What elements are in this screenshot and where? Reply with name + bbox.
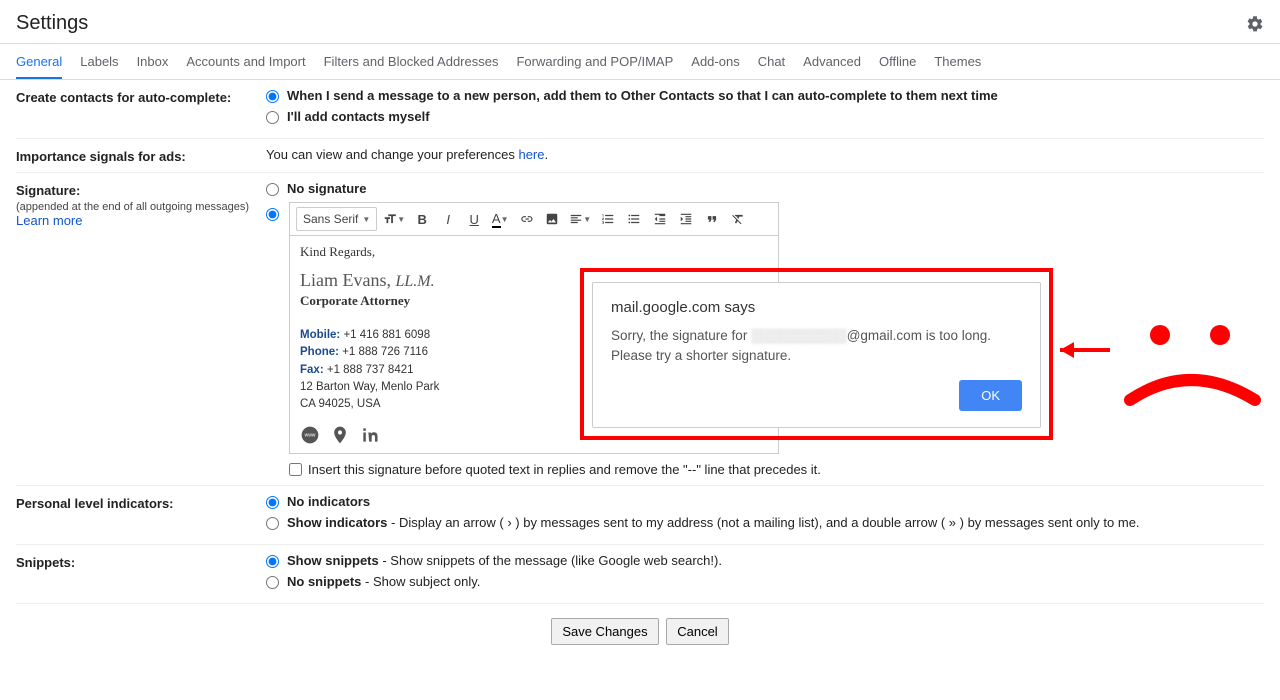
signature-toolbar: Sans Serif▼ ▼ B I U A▼ ▼ bbox=[290, 203, 778, 236]
contacts-label: Create contacts for auto-complete: bbox=[16, 90, 231, 105]
tab-chat[interactable]: Chat bbox=[758, 44, 785, 79]
snippets-radio-show[interactable] bbox=[266, 555, 279, 568]
sig-mobile: +1 416 881 6098 bbox=[340, 329, 430, 341]
numbered-list-button[interactable] bbox=[597, 207, 619, 231]
footer-buttons: Save Changes Cancel bbox=[16, 604, 1264, 675]
contacts-opt2: I'll add contacts myself bbox=[287, 109, 430, 124]
sig-degree: LL.M. bbox=[395, 273, 434, 290]
signature-label: Signature: bbox=[16, 183, 80, 198]
alert-dialog: mail.google.com says Sorry, the signatur… bbox=[592, 282, 1041, 428]
signature-sub: (appended at the end of all outgoing mes… bbox=[16, 201, 249, 213]
tab-addons[interactable]: Add-ons bbox=[691, 44, 739, 79]
indicators-radio-show[interactable] bbox=[266, 517, 279, 530]
bold-button[interactable]: B bbox=[411, 207, 433, 231]
font-size-button[interactable]: ▼ bbox=[381, 207, 407, 231]
sig-fax-label: Fax: bbox=[300, 364, 324, 376]
row-snippets: Snippets: Show snippets - Show snippets … bbox=[16, 545, 1264, 604]
tab-forwarding[interactable]: Forwarding and POP/IMAP bbox=[516, 44, 673, 79]
sig-greeting: Kind Regards, bbox=[300, 244, 768, 260]
remove-format-button[interactable] bbox=[727, 207, 749, 231]
signature-radio-none[interactable] bbox=[266, 183, 279, 196]
snippets-radio-none[interactable] bbox=[266, 576, 279, 589]
settings-header: Settings bbox=[0, 0, 1280, 43]
page-title: Settings bbox=[16, 12, 88, 35]
underline-button[interactable]: U bbox=[463, 207, 485, 231]
bullet-list-button[interactable] bbox=[623, 207, 645, 231]
settings-tabs: General Labels Inbox Accounts and Import… bbox=[0, 43, 1280, 80]
tab-labels[interactable]: Labels bbox=[80, 44, 118, 79]
indicators-radio-none[interactable] bbox=[266, 496, 279, 509]
ads-period: . bbox=[545, 147, 549, 162]
ads-text: You can view and change your preferences bbox=[266, 147, 518, 162]
save-button[interactable]: Save Changes bbox=[551, 618, 658, 645]
dialog-highlight-frame: mail.google.com says Sorry, the signatur… bbox=[580, 268, 1053, 440]
italic-button[interactable]: I bbox=[437, 207, 459, 231]
contacts-opt1: When I send a message to a new person, a… bbox=[287, 88, 998, 103]
indicators-opt2-rest: - Display an arrow ( › ) by messages sen… bbox=[387, 515, 1139, 530]
dialog-email-redacted: ▒▒▒▒▒▒▒▒▒▒ bbox=[751, 328, 847, 343]
signature-checkbox-label: Insert this signature before quoted text… bbox=[308, 462, 821, 477]
snippets-label: Snippets: bbox=[16, 555, 75, 570]
indicators-opt2-b: Show indicators bbox=[287, 515, 387, 530]
tab-accounts[interactable]: Accounts and Import bbox=[186, 44, 305, 79]
dialog-message: Sorry, the signature for ▒▒▒▒▒▒▒▒▒▒@gmai… bbox=[611, 326, 1022, 380]
tab-advanced[interactable]: Advanced bbox=[803, 44, 861, 79]
linkedin-icon bbox=[360, 425, 380, 445]
ads-link[interactable]: here bbox=[518, 147, 544, 162]
dialog-title: mail.google.com says bbox=[611, 299, 1022, 316]
tab-themes[interactable]: Themes bbox=[934, 44, 981, 79]
cancel-button[interactable]: Cancel bbox=[666, 618, 728, 645]
ads-label: Importance signals for ads: bbox=[16, 149, 186, 164]
location-icon bbox=[330, 425, 350, 445]
www-icon: www bbox=[300, 425, 320, 445]
indicators-opt1: No indicators bbox=[287, 494, 370, 509]
align-button[interactable]: ▼ bbox=[567, 207, 593, 231]
signature-radio-custom[interactable] bbox=[266, 208, 279, 221]
signature-opt1: No signature bbox=[287, 181, 366, 196]
indicators-label: Personal level indicators: bbox=[16, 496, 174, 511]
sig-phone-label: Phone: bbox=[300, 346, 339, 358]
contacts-radio-auto[interactable] bbox=[266, 90, 279, 103]
indent-less-button[interactable] bbox=[649, 207, 671, 231]
sig-name: Liam Evans, bbox=[300, 270, 391, 290]
sig-fax: +1 888 737 8421 bbox=[324, 364, 414, 376]
link-button[interactable] bbox=[515, 207, 537, 231]
text-color-button[interactable]: A▼ bbox=[489, 207, 511, 231]
gear-icon[interactable] bbox=[1246, 15, 1264, 33]
snippets-opt1-b: Show snippets bbox=[287, 553, 379, 568]
signature-learn-more[interactable]: Learn more bbox=[16, 213, 82, 228]
dialog-ok-button[interactable]: OK bbox=[959, 380, 1022, 411]
row-contacts: Create contacts for auto-complete: When … bbox=[16, 80, 1264, 139]
sig-phone: +1 888 726 7116 bbox=[339, 346, 428, 358]
tab-filters[interactable]: Filters and Blocked Addresses bbox=[324, 44, 499, 79]
row-indicators: Personal level indicators: No indicators… bbox=[16, 486, 1264, 545]
tab-offline[interactable]: Offline bbox=[879, 44, 916, 79]
tab-inbox[interactable]: Inbox bbox=[137, 44, 169, 79]
snippets-opt1-rest: - Show snippets of the message (like Goo… bbox=[379, 553, 722, 568]
annotation-sad-face bbox=[1060, 320, 1280, 443]
quote-button[interactable] bbox=[701, 207, 723, 231]
contacts-radio-manual[interactable] bbox=[266, 111, 279, 124]
snippets-opt2-b: No snippets bbox=[287, 574, 361, 589]
row-ads: Importance signals for ads: You can view… bbox=[16, 139, 1264, 173]
tab-general[interactable]: General bbox=[16, 44, 62, 79]
sig-mobile-label: Mobile: bbox=[300, 329, 340, 341]
svg-text:www: www bbox=[305, 433, 316, 439]
indent-more-button[interactable] bbox=[675, 207, 697, 231]
image-button[interactable] bbox=[541, 207, 563, 231]
snippets-opt2-rest: - Show subject only. bbox=[361, 574, 480, 589]
font-select[interactable]: Sans Serif▼ bbox=[296, 207, 377, 231]
signature-before-quoted-checkbox[interactable] bbox=[289, 463, 302, 476]
